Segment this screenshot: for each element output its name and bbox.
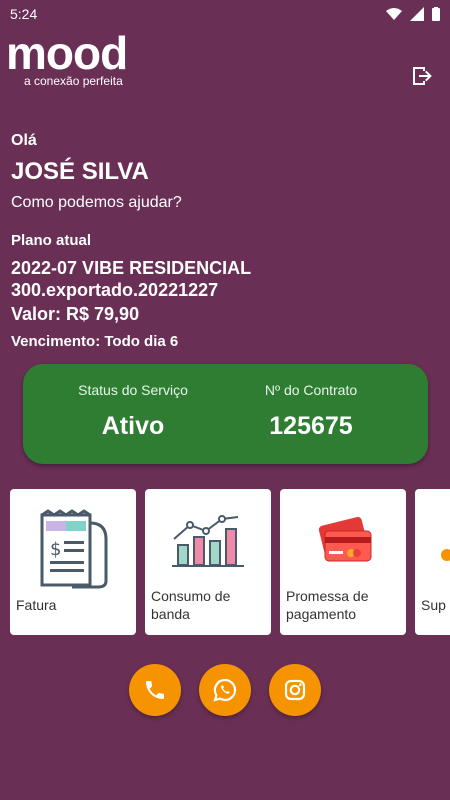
contract-number-label: Nº do Contrato xyxy=(264,382,358,398)
contract-number: Nº do Contrato 125675 xyxy=(231,382,391,441)
phone-button[interactable] xyxy=(129,664,181,716)
service-status-label: Status do Serviço xyxy=(78,382,188,398)
support-icon xyxy=(441,549,450,561)
tile-suporte[interactable]: Sup xyxy=(415,489,450,635)
svg-text:$: $ xyxy=(50,539,61,560)
plan-name: 2022-07 VIBE RESIDENCIAL 300.exportado.2… xyxy=(11,258,251,300)
tile-consumo-banda-label: Consumo de banda xyxy=(151,588,231,622)
instagram-button[interactable] xyxy=(269,664,321,716)
logo-tagline: a conexão perfeita xyxy=(24,74,123,88)
user-name: JOSÉ SILVA xyxy=(11,158,149,185)
help-prompt: Como podemos ajudar? xyxy=(11,194,182,211)
system-navigation-bar xyxy=(0,772,450,800)
contract-number-value: 125675 xyxy=(269,412,353,440)
signal-icon xyxy=(410,7,424,21)
logout-icon[interactable] xyxy=(410,64,434,88)
tile-promessa-pagamento-label: Promessa de pagamento xyxy=(286,588,369,622)
tile-fatura[interactable]: $ Fatura xyxy=(10,489,136,635)
brand-logo: mood a conexão perfeita xyxy=(6,27,128,88)
phone-icon xyxy=(146,681,164,699)
status-icons xyxy=(386,7,440,21)
clock: 5:24 xyxy=(10,6,38,22)
whatsapp-button[interactable] xyxy=(199,664,251,716)
logo-wordmark: mood xyxy=(6,27,128,79)
instagram-icon xyxy=(284,679,306,701)
plan-value: Valor: R$ 79,90 xyxy=(11,304,140,324)
whatsapp-icon xyxy=(213,678,237,702)
service-status-value: Ativo xyxy=(101,412,165,440)
plan-due-date: Vencimento: Todo dia 6 xyxy=(11,333,179,350)
invoice-icon: $ xyxy=(40,509,108,589)
battery-icon xyxy=(432,7,440,21)
plan-label: Plano atual xyxy=(11,232,92,249)
tile-consumo-banda[interactable]: Consumo de banda xyxy=(145,489,271,635)
greeting-hello: Olá xyxy=(11,132,37,149)
service-status-card: Status do Serviço Ativo Nº do Contrato 1… xyxy=(23,364,428,464)
credit-card-icon xyxy=(318,517,372,562)
tile-fatura-label: Fatura xyxy=(16,597,57,613)
tile-suporte-label: Sup xyxy=(421,597,446,613)
tile-promessa-pagamento[interactable]: Promessa de pagamento xyxy=(280,489,406,635)
wifi-icon xyxy=(386,8,402,20)
status-bar: 5:24 xyxy=(0,0,450,28)
bandwidth-chart-icon xyxy=(172,515,244,567)
service-tiles: $ Fatura Consumo de banda Promessa de pa… xyxy=(10,489,450,637)
service-status: Status do Serviço Ativo xyxy=(53,382,213,441)
